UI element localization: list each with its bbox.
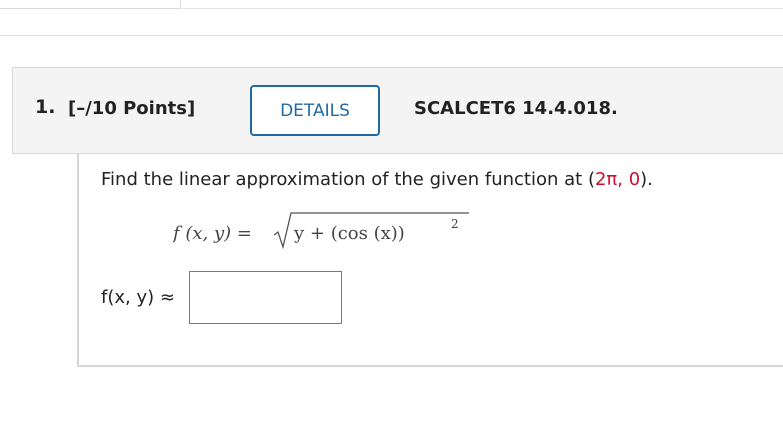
question-points: [–/10 Points] [68, 98, 196, 119]
prompt-text-before: Find the linear approximation of the giv… [101, 169, 595, 190]
question-body: Find the linear approximation of the giv… [77, 154, 783, 367]
question-header: 1. [–/10 Points] DETAILS SCALCET6 14.4.0… [12, 67, 783, 154]
question-prompt: Find the linear approximation of the giv… [101, 169, 653, 190]
prompt-text-after: ). [640, 169, 653, 190]
formula-exponent: 2 [451, 217, 459, 231]
divider [0, 35, 783, 36]
prompt-point: 2π, 0 [594, 169, 641, 190]
formula-lhs: f (x, y) = [173, 223, 252, 244]
top-tab-left [0, 0, 181, 9]
answer-label: f(x, y) ≈ [101, 287, 175, 308]
top-tab-strip [0, 0, 783, 10]
answer-input[interactable] [189, 271, 342, 324]
details-button[interactable]: DETAILS [250, 85, 380, 136]
function-formula: f (x, y) = y + (cos (x)) 2 [173, 212, 469, 250]
page: 1. [–/10 Points] DETAILS SCALCET6 14.4.0… [0, 0, 783, 431]
question-number: 1. [35, 96, 56, 118]
question-code: SCALCET6 14.4.018. [414, 98, 618, 119]
formula-radicand: y + (cos (x)) [293, 223, 405, 244]
top-tab-right [182, 0, 783, 9]
